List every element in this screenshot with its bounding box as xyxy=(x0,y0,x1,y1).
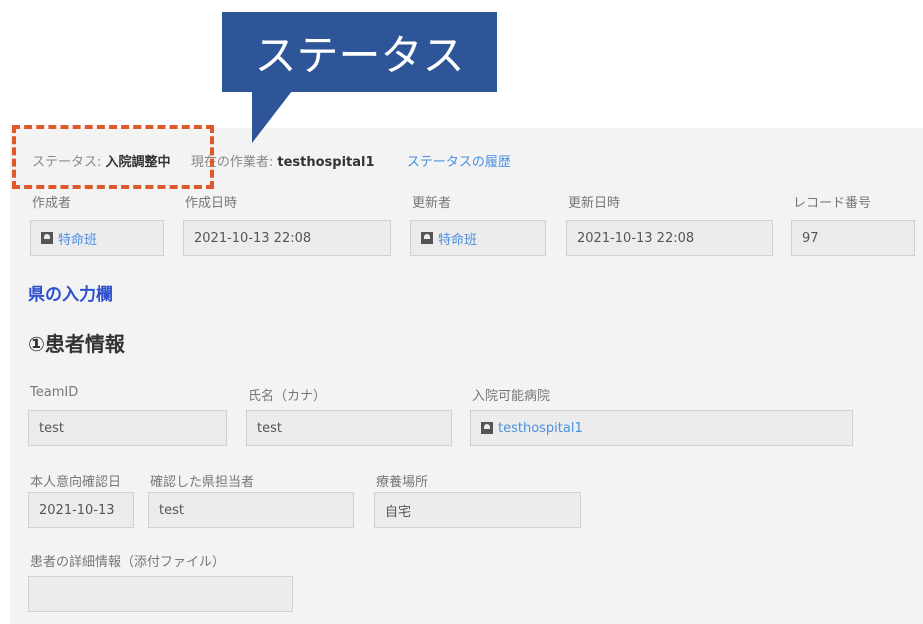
record-panel xyxy=(10,128,923,624)
name-kana-label: 氏名（カナ） xyxy=(248,389,327,404)
hospital-field: testhospital1 xyxy=(470,410,853,446)
patient-detail-field xyxy=(28,576,293,612)
name-kana-field: test xyxy=(246,410,452,446)
status-callout: ステータス xyxy=(222,12,497,92)
location-label: 療養場所 xyxy=(376,475,429,490)
confirmer-field: test xyxy=(148,492,354,528)
creator-link[interactable]: 特命班 xyxy=(41,229,97,248)
patient-info-heading: ①患者情報 xyxy=(28,332,125,356)
user-icon xyxy=(41,232,53,244)
updater-label: 更新者 xyxy=(412,196,452,211)
confirmer-label: 確認した県担当者 xyxy=(150,475,255,490)
patient-detail-label: 患者の詳細情報（添付ファイル） xyxy=(30,555,226,570)
updated-field: 2021-10-13 22:08 xyxy=(566,220,773,256)
confirm-date-label: 本人意向確認日 xyxy=(30,475,122,490)
created-label: 作成日時 xyxy=(185,196,238,211)
prefecture-input-section-link[interactable]: 県の入力欄 xyxy=(28,280,113,305)
teamid-label: TeamID xyxy=(30,385,79,400)
status-history-link[interactable]: ステータスの履歴 xyxy=(407,155,511,170)
location-field: 自宅 xyxy=(374,492,581,528)
callout-text: ステータス xyxy=(254,30,465,80)
creator-label: 作成者 xyxy=(32,196,72,211)
teamid-field: test xyxy=(28,410,227,446)
user-icon xyxy=(421,232,433,244)
created-field: 2021-10-13 22:08 xyxy=(183,220,391,256)
updater-link[interactable]: 特命班 xyxy=(421,229,477,248)
hospital-link[interactable]: testhospital1 xyxy=(481,421,583,436)
updater-field: 特命班 xyxy=(410,220,546,256)
callout-tail xyxy=(252,91,292,143)
user-icon xyxy=(481,422,493,434)
record-number-label: レコード番号 xyxy=(793,196,872,211)
status-highlight-box xyxy=(12,125,214,189)
confirm-date-field: 2021-10-13 xyxy=(28,492,134,528)
hospital-label: 入院可能病院 xyxy=(472,389,551,404)
updated-label: 更新日時 xyxy=(568,196,621,211)
worker-value: testhospital1 xyxy=(277,155,375,170)
creator-field: 特命班 xyxy=(30,220,164,256)
record-number-field: 97 xyxy=(791,220,915,256)
